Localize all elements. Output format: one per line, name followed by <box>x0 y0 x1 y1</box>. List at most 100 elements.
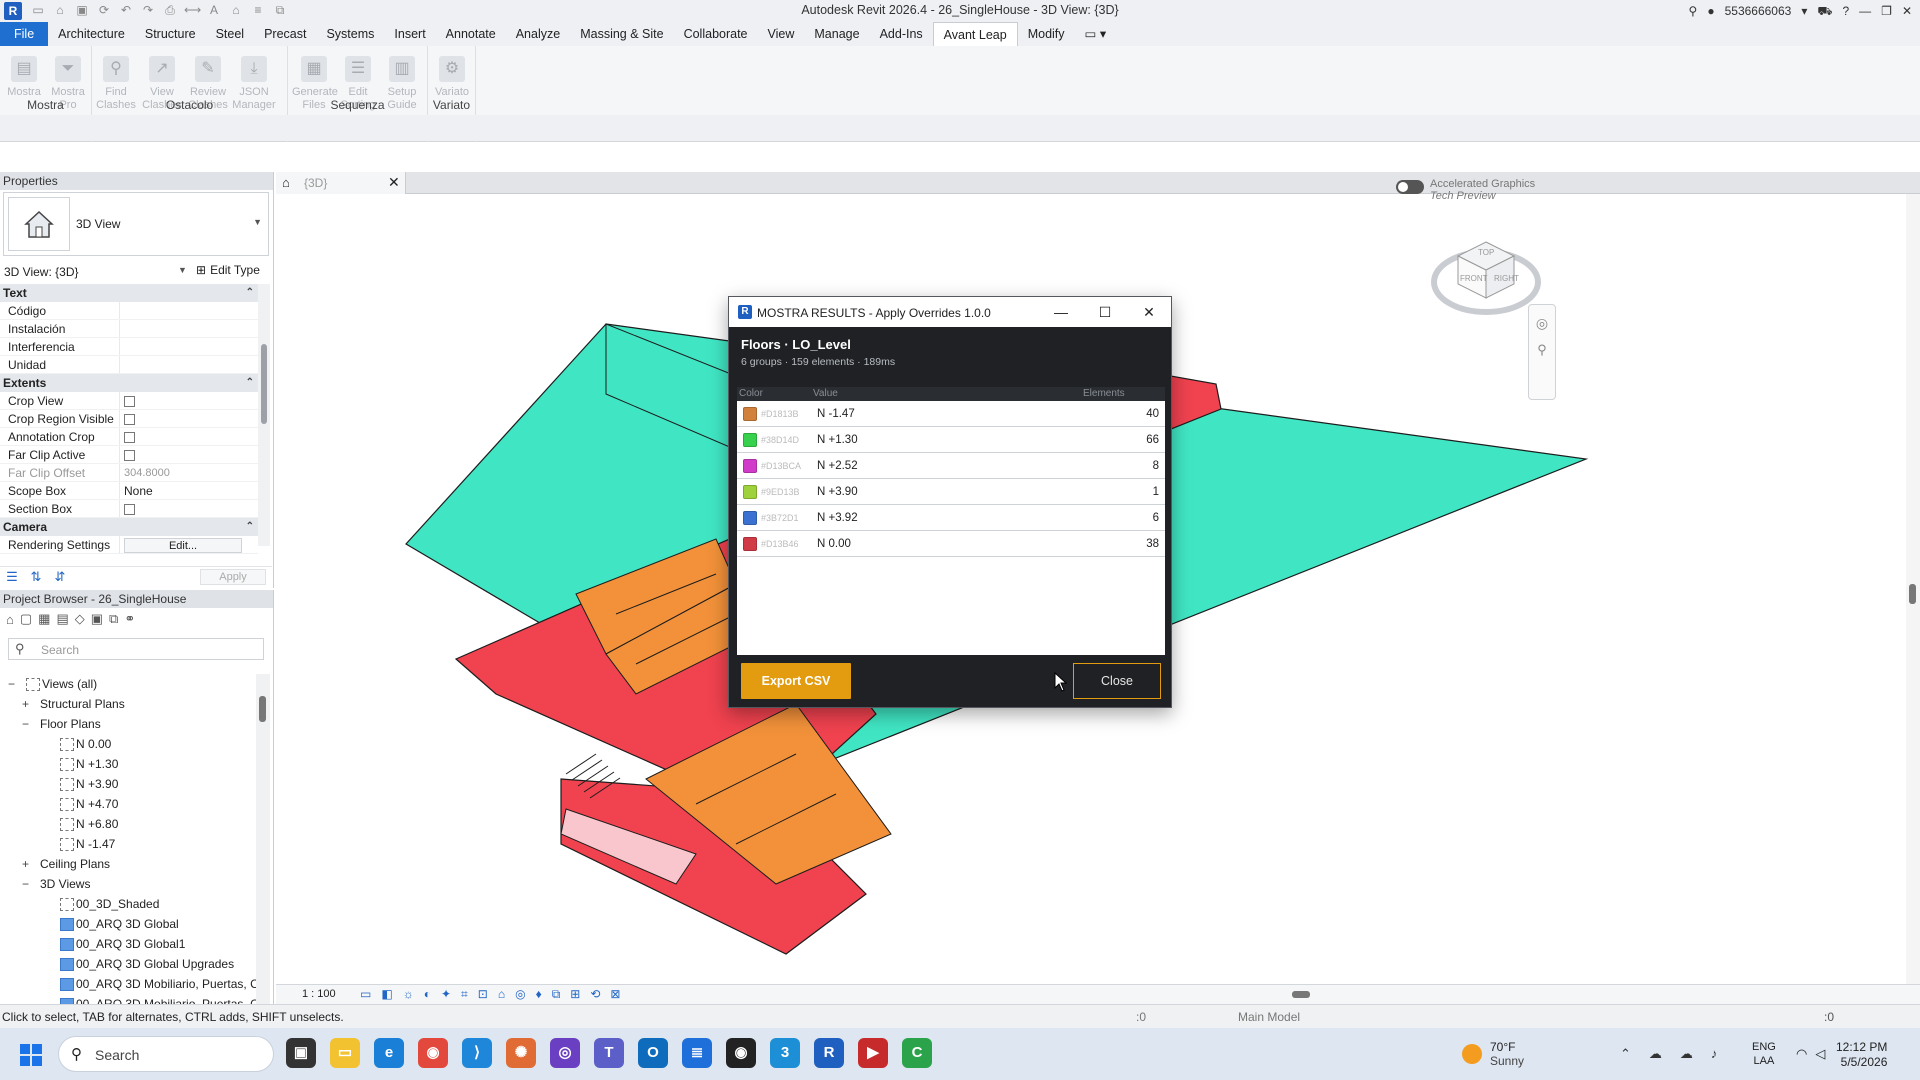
viewcube-top[interactable]: TOP <box>1478 248 1494 257</box>
outlook-icon[interactable]: O <box>638 1038 668 1068</box>
tree-folder[interactable]: − Floor Plans <box>0 714 256 734</box>
viewcube-front[interactable]: FRONT <box>1460 274 1488 283</box>
search-input[interactable]: Search <box>41 643 79 657</box>
tree-view-item[interactable]: 00_ARQ 3D Mobiliario, Puertas, C <box>0 974 259 994</box>
tree-view-item[interactable]: N +4.70 <box>0 794 256 814</box>
view-tab[interactable]: ⌂ {3D} ✕ <box>276 172 406 194</box>
table-row[interactable]: #9ED13B N +3.90 1 <box>737 479 1165 505</box>
chevron-down-icon[interactable]: ▾ <box>1801 2 1807 20</box>
highlight-icon[interactable]: ⟲ <box>590 987 600 1002</box>
thin-lines-icon[interactable]: ≡ <box>250 3 266 18</box>
analytical-icon[interactable]: ⊞ <box>570 987 580 1002</box>
print-icon[interactable]: ⎙ <box>162 3 178 18</box>
task-view-icon[interactable]: ▣ <box>286 1038 316 1068</box>
tree-view-item[interactable]: N -1.47 <box>0 834 256 854</box>
link-icon[interactable]: ⧉ <box>109 611 118 627</box>
visual-style-icon[interactable]: ◧ <box>381 987 392 1002</box>
edit-type-button[interactable]: ⊞ Edit Type <box>196 263 260 277</box>
windows-start-icon[interactable] <box>20 1044 42 1066</box>
ribbon-options-icon[interactable]: ▭ ▾ <box>1075 22 1117 46</box>
mic-icon[interactable]: ♪ <box>1711 1046 1718 1062</box>
clock[interactable]: 12:12 PM 5/5/2026 <box>1836 1040 1887 1070</box>
ribbon-tab-avant-leap[interactable]: Avant Leap <box>932 22 1018 46</box>
instance-selector[interactable]: 3D View: {3D} ▼ ⊞ Edit Type <box>0 262 270 282</box>
hide-isolate-icon[interactable]: ◎ <box>515 987 525 1002</box>
claude-icon[interactable]: ✺ <box>506 1038 536 1068</box>
export-csv-button[interactable]: Export CSV <box>741 663 851 699</box>
file-explorer-icon[interactable]: ▭ <box>330 1038 360 1068</box>
ribbon-tab-view[interactable]: View <box>758 22 805 46</box>
reveal-icon[interactable]: ♦ <box>536 987 542 1002</box>
categorized-icon[interactable]: ☰ <box>4 569 20 585</box>
ribbon-tab-file[interactable]: File <box>0 22 49 46</box>
ribbon-tab-architecture[interactable]: Architecture <box>48 22 135 46</box>
ribbon-tab-annotate[interactable]: Annotate <box>436 22 506 46</box>
worksharing-icon[interactable]: ⧉ <box>552 987 561 1002</box>
media-icon[interactable]: ▶ <box>858 1038 888 1068</box>
expand-icon[interactable]: + <box>22 694 29 714</box>
property-value[interactable] <box>120 302 258 319</box>
weather-widget[interactable]: 70°F Sunny <box>1462 1040 1524 1068</box>
chrome-icon[interactable]: ◉ <box>418 1038 448 1068</box>
tree-view-item[interactable]: N +6.80 <box>0 814 256 834</box>
close-icon[interactable]: ✕ <box>1902 2 1912 20</box>
render-icon[interactable]: ✦ <box>441 987 451 1002</box>
ribbon-tab-insert[interactable]: Insert <box>384 22 435 46</box>
table-row[interactable]: #3B72D1 N +3.92 6 <box>737 505 1165 531</box>
sync-icon[interactable]: ⟳ <box>96 3 112 18</box>
notepad-icon[interactable]: ≣ <box>682 1038 712 1068</box>
app-c-icon[interactable]: C <box>902 1038 932 1068</box>
color-swatch[interactable] <box>743 536 757 551</box>
shadows-icon[interactable]: ◐ <box>424 987 431 1002</box>
property-checkbox[interactable] <box>124 414 135 425</box>
sheet-icon[interactable]: ▦ <box>38 611 50 627</box>
tree-view-item[interactable]: 00_ARQ 3D Global <box>0 914 256 934</box>
color-swatch[interactable] <box>743 510 757 525</box>
property-category[interactable]: Extents ⌃ <box>0 374 258 392</box>
property-checkbox[interactable] <box>124 432 135 443</box>
variato-button[interactable]: ⚙ Variato <box>430 56 474 99</box>
default-3d-icon[interactable]: ⌂ <box>228 3 244 18</box>
open-icon[interactable]: ▭ <box>30 3 46 18</box>
property-checkbox[interactable] <box>124 396 135 407</box>
table-row[interactable]: #D13BCA N +2.52 8 <box>737 453 1165 479</box>
revit-link-icon[interactable]: ⚭ <box>124 611 135 627</box>
crop-region-icon[interactable]: ⊡ <box>478 987 488 1002</box>
schedule-icon[interactable]: ▤ <box>56 611 68 627</box>
cart-icon[interactable]: ⛟ <box>1817 2 1832 20</box>
tree-view-item[interactable]: 00_3D_Shaded <box>0 894 256 914</box>
text-icon[interactable]: A <box>206 3 222 18</box>
table-row[interactable]: #D1813B N -1.47 40 <box>737 401 1165 427</box>
folder-icon[interactable]: ⌂ <box>52 3 68 18</box>
edit-button[interactable]: Edit... <box>124 538 242 553</box>
color-swatch[interactable] <box>743 458 757 473</box>
ribbon-tab-steel[interactable]: Steel <box>206 22 255 46</box>
sort-desc-icon[interactable]: ⇵ <box>52 569 68 585</box>
sort-asc-icon[interactable]: ⇅ <box>28 569 44 585</box>
close-icon[interactable]: ✕ <box>388 174 400 191</box>
worksets-count[interactable]: :0 <box>1136 1010 1146 1024</box>
language-indicator[interactable]: ENG LAA <box>1752 1040 1776 1068</box>
collapse-icon[interactable]: − <box>22 714 29 734</box>
table-row[interactable]: #38D14D N +1.30 66 <box>737 427 1165 453</box>
chevron-down-icon[interactable]: ▼ <box>253 217 262 227</box>
property-value[interactable] <box>120 338 258 355</box>
ribbon-tab-massing-site[interactable]: Massing & Site <box>570 22 673 46</box>
filter-count[interactable]: :0 <box>1824 1010 1834 1024</box>
tree-folder[interactable]: + Ceiling Plans <box>0 854 256 874</box>
tree-view-item[interactable]: N +3.90 <box>0 774 256 794</box>
teams-icon[interactable]: T <box>594 1038 624 1068</box>
color-swatch[interactable] <box>743 484 757 499</box>
app-icon[interactable]: ◎ <box>550 1038 580 1068</box>
onedrive-icon[interactable]: ☁ <box>1680 1046 1693 1062</box>
tree-folder[interactable]: −3D Views <box>0 874 256 894</box>
minimize-icon[interactable]: — <box>1039 297 1083 327</box>
scrollbar-thumb[interactable] <box>1292 991 1310 998</box>
taskbar-search[interactable]: ⚲ Search <box>58 1036 274 1072</box>
apply-button[interactable]: Apply <box>200 569 266 585</box>
table-row[interactable]: #D13B46 N 0.00 38 <box>737 531 1165 557</box>
collapse-icon[interactable]: ⌃ <box>246 518 254 536</box>
ribbon-tab-analyze[interactable]: Analyze <box>506 22 570 46</box>
help-icon[interactable]: ? <box>1842 2 1849 20</box>
design-option-selector[interactable]: Main Model <box>1238 1010 1300 1024</box>
